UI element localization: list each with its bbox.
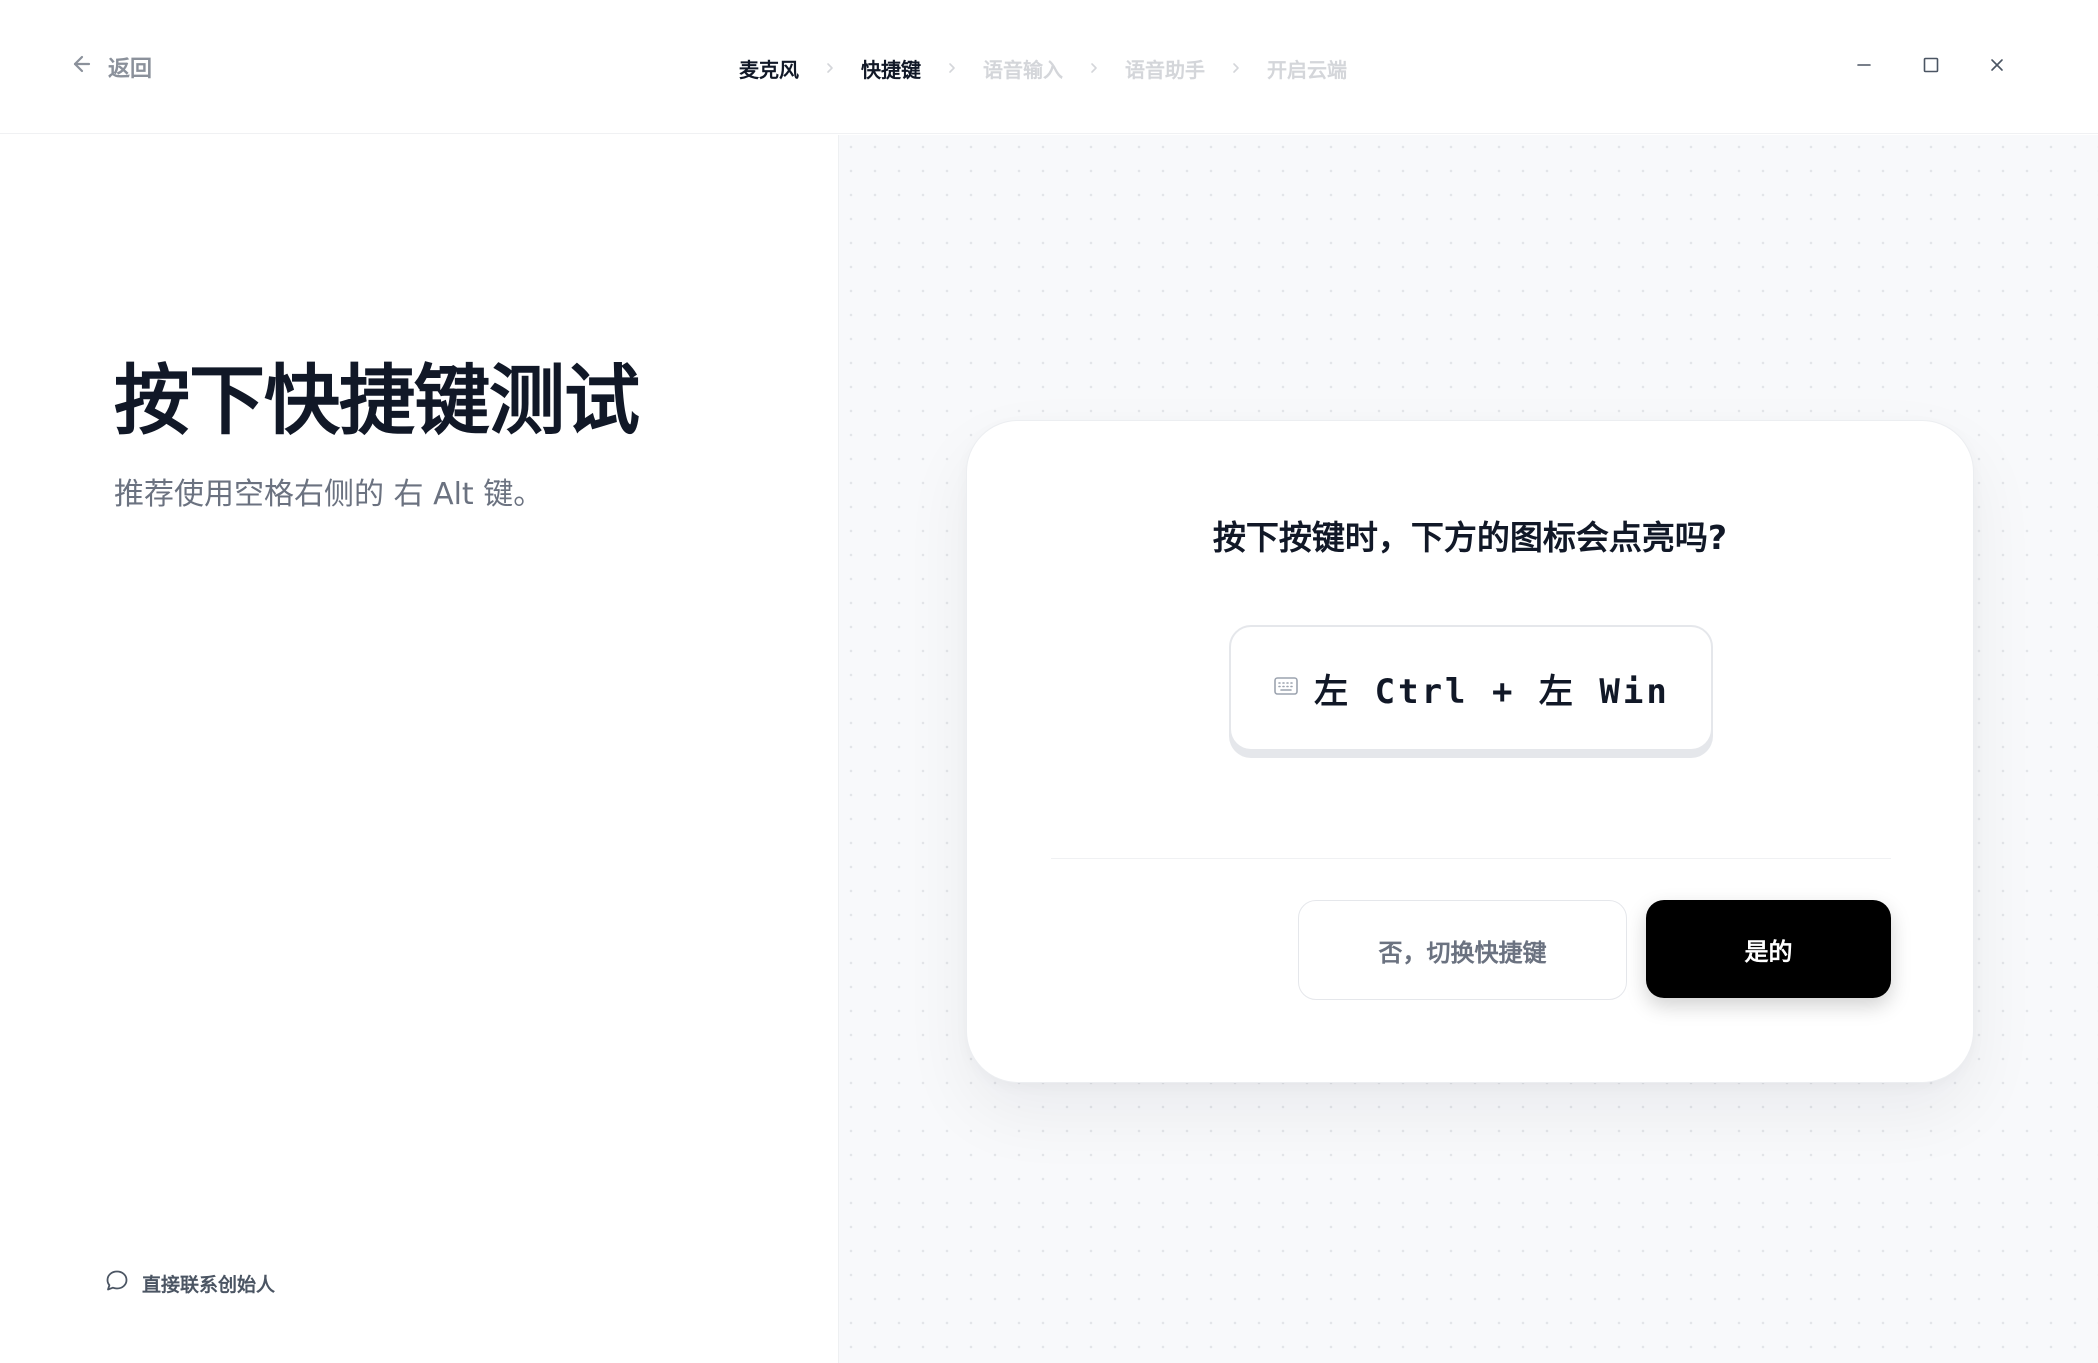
close-icon xyxy=(1988,56,2006,78)
card-divider xyxy=(1051,858,1891,859)
shortcut-keys: 左 Ctrl + 左 Win xyxy=(1314,671,1670,712)
step-breadcrumb: 麦克风 快捷键 语音输入 语音助手 开启云端 xyxy=(739,51,1347,85)
onboarding-window: 返回 麦克风 快捷键 语音输入 语音助手 开启云端 按下快捷键测试 推荐使用空格… xyxy=(0,0,2098,1363)
confirm-yes-button[interactable]: 是的 xyxy=(1646,900,1891,998)
step-microphone[interactable]: 麦克风 xyxy=(739,54,799,83)
arrow-left-icon xyxy=(70,52,94,82)
page-subtitle: 推荐使用空格右侧的 右 Alt 键。 xyxy=(114,477,544,512)
step-voice-assistant: 语音助手 xyxy=(1125,57,1205,82)
chevron-right-icon xyxy=(1205,62,1267,74)
step-enable-cloud: 开启云端 xyxy=(1267,57,1347,82)
switch-shortcut-button[interactable]: 否，切换快捷键 xyxy=(1298,900,1627,1000)
back-button[interactable]: 返回 xyxy=(70,50,152,84)
instruction-pane: 按下快捷键测试 推荐使用空格右侧的 右 Alt 键。 直接联系创始人 xyxy=(0,135,838,1363)
contact-founder-label: 直接联系创始人 xyxy=(142,1274,276,1296)
keyboard-icon xyxy=(1272,672,1300,704)
chevron-right-icon xyxy=(799,62,861,74)
close-button[interactable] xyxy=(1982,52,2012,82)
shortcut-indicator: 左 Ctrl + 左 Win xyxy=(1229,625,1713,751)
shortcut-test-card: 按下按键时，下方的图标会点亮吗? 左 Ctrl + 左 Win 否，切换快捷键 … xyxy=(966,420,1974,1083)
chevron-right-icon xyxy=(1063,62,1125,74)
top-bar: 返回 麦克风 快捷键 语音输入 语音助手 开启云端 xyxy=(0,0,2098,134)
minimize-icon xyxy=(1855,56,1873,78)
step-shortcut[interactable]: 快捷键 xyxy=(861,54,921,83)
maximize-icon xyxy=(1922,56,1940,78)
chevron-right-icon xyxy=(921,62,983,74)
step-voice-input: 语音输入 xyxy=(983,57,1063,82)
test-pane: 按下按键时，下方的图标会点亮吗? 左 Ctrl + 左 Win 否，切换快捷键 … xyxy=(838,135,2098,1363)
page-title: 按下快捷键测试 xyxy=(114,356,640,445)
back-label: 返回 xyxy=(108,57,153,82)
test-question: 按下按键时，下方的图标会点亮吗? xyxy=(1212,518,1728,557)
chat-bubble-icon xyxy=(104,1268,130,1299)
minimize-button[interactable] xyxy=(1849,52,1879,82)
contact-founder-link[interactable]: 直接联系创始人 xyxy=(104,1268,275,1299)
maximize-button[interactable] xyxy=(1916,52,1946,82)
